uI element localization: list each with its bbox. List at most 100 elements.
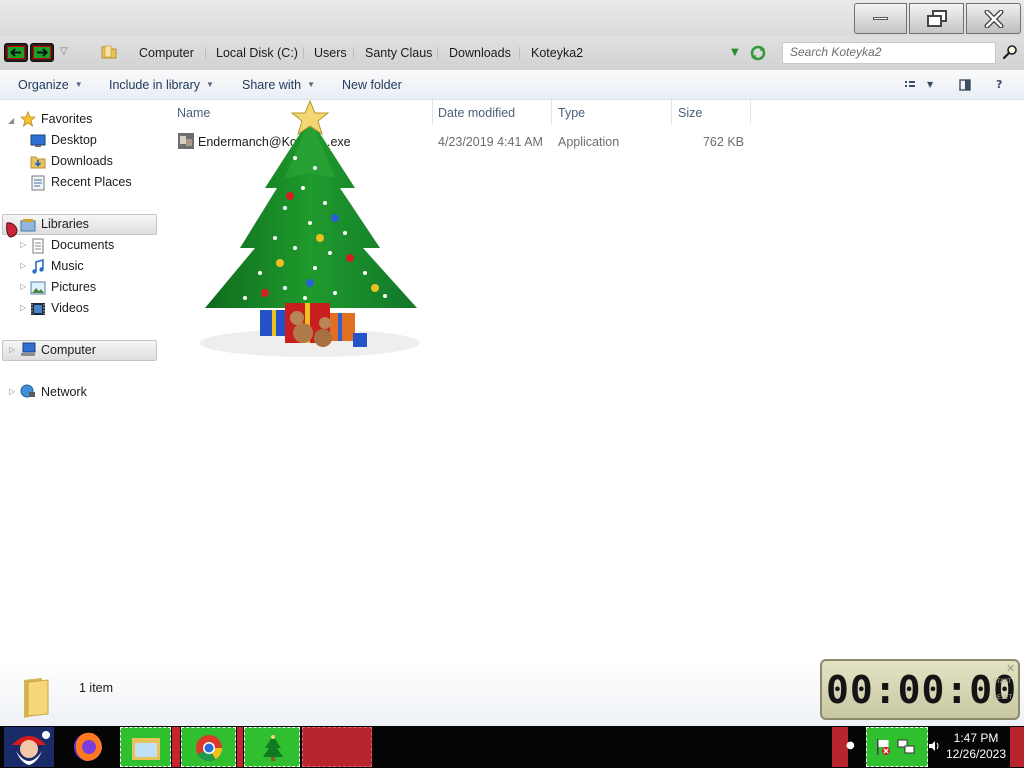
network-status-icon[interactable] bbox=[897, 738, 915, 756]
share-with-menu[interactable]: Share with ▼ bbox=[242, 77, 315, 93]
column-divider[interactable] bbox=[671, 100, 672, 124]
breadcrumb-separator[interactable] bbox=[437, 47, 438, 59]
chevron-down-icon[interactable]: ▼ bbox=[927, 80, 933, 94]
breadcrumb-separator[interactable] bbox=[519, 47, 520, 59]
nav-videos[interactable]: Videos bbox=[51, 298, 89, 318]
breadcrumb-computer[interactable]: Computer bbox=[139, 45, 194, 61]
stopwatch-close-button[interactable]: ✕ bbox=[1006, 662, 1015, 675]
file-date-modified: 4/23/2019 4:41 AM bbox=[438, 135, 543, 149]
chevron-down-icon: ▼ bbox=[307, 80, 315, 89]
preview-pane-icon[interactable] bbox=[959, 78, 971, 92]
expand-arrow-icon[interactable]: ▷ bbox=[20, 240, 26, 249]
nav-computer[interactable]: Computer bbox=[41, 340, 96, 360]
stopwatch-reset-button[interactable]: RESET bbox=[993, 694, 1012, 701]
tray-dot-icon[interactable]: ● bbox=[846, 740, 855, 751]
taskbar-button[interactable] bbox=[302, 727, 372, 767]
chevron-down-icon: ▼ bbox=[206, 80, 214, 89]
share-with-label: Share with bbox=[242, 78, 302, 92]
show-desktop-button[interactable] bbox=[1010, 727, 1024, 767]
new-folder-button[interactable]: New folder bbox=[342, 77, 402, 93]
file-size: 762 KB bbox=[702, 135, 744, 149]
start-button-santa-icon[interactable] bbox=[2, 727, 56, 767]
documents-icon bbox=[32, 238, 44, 254]
back-button[interactable] bbox=[4, 43, 28, 62]
column-header-date-modified[interactable]: Date modified bbox=[438, 105, 515, 121]
stopwatch-digits: 00:00:00 bbox=[826, 668, 1018, 712]
refresh-icon[interactable] bbox=[749, 44, 767, 62]
music-note-icon bbox=[32, 259, 44, 274]
help-button[interactable]: ? bbox=[996, 78, 1002, 92]
recent-pages-dropdown[interactable]: ▽ bbox=[60, 46, 72, 60]
breadcrumb-separator[interactable] bbox=[303, 47, 304, 59]
tray-clock-date[interactable]: 12/26/2023 bbox=[940, 747, 1012, 761]
nav-pictures[interactable]: Pictures bbox=[51, 277, 96, 297]
column-header-size[interactable]: Size bbox=[678, 105, 702, 121]
tray-clock-time[interactable]: 1:47 PM bbox=[946, 731, 1006, 745]
breadcrumb-users[interactable]: Users bbox=[314, 45, 347, 61]
organize-menu[interactable]: Organize ▼ bbox=[18, 77, 83, 93]
volume-icon[interactable] bbox=[928, 740, 940, 752]
breadcrumb-santy-claus[interactable]: Santy Claus bbox=[365, 45, 432, 61]
computer-icon bbox=[21, 342, 36, 356]
videos-icon bbox=[31, 303, 45, 315]
downloads-folder-icon bbox=[30, 156, 46, 169]
breadcrumb-downloads[interactable]: Downloads bbox=[449, 45, 511, 61]
restore-button[interactable] bbox=[909, 3, 964, 34]
nav-downloads[interactable]: Downloads bbox=[51, 151, 113, 171]
star-icon bbox=[20, 111, 36, 127]
folder-icon bbox=[101, 45, 117, 59]
forward-arrow-icon bbox=[37, 48, 48, 57]
explorer-folder-icon bbox=[132, 738, 160, 760]
address-history-dropdown[interactable]: ▼ bbox=[731, 47, 739, 58]
column-divider[interactable] bbox=[750, 100, 751, 124]
nav-libraries[interactable]: Libraries bbox=[41, 214, 89, 234]
nav-documents[interactable]: Documents bbox=[51, 235, 114, 255]
pictures-icon bbox=[30, 281, 46, 295]
nav-music[interactable]: Music bbox=[51, 256, 84, 276]
close-button[interactable] bbox=[966, 3, 1021, 34]
include-in-library-label: Include in library bbox=[109, 78, 201, 92]
forward-button[interactable] bbox=[30, 43, 54, 62]
breadcrumb-local-disk[interactable]: Local Disk (C:) bbox=[216, 45, 298, 61]
search-icon[interactable] bbox=[1002, 44, 1018, 60]
expand-arrow-icon[interactable]: ▷ bbox=[20, 282, 26, 291]
taskbar-separator bbox=[237, 727, 243, 767]
restore-icon bbox=[926, 9, 947, 27]
chevron-down-icon: ▼ bbox=[74, 80, 83, 89]
libraries-icon bbox=[20, 219, 36, 232]
folder-icon bbox=[24, 678, 49, 718]
view-options-icon[interactable] bbox=[904, 78, 916, 92]
expand-arrow-icon[interactable]: ▷ bbox=[9, 345, 15, 354]
expand-arrow-icon[interactable]: ▷ bbox=[20, 261, 26, 270]
organize-label: Organize bbox=[18, 78, 69, 92]
minimize-button[interactable] bbox=[854, 3, 907, 34]
item-count-label: 1 item bbox=[79, 681, 114, 695]
collapse-arrow-icon[interactable]: ◢ bbox=[8, 116, 14, 125]
minimize-icon bbox=[873, 17, 888, 20]
firefox-icon[interactable] bbox=[68, 727, 108, 767]
nav-desktop[interactable]: Desktop bbox=[51, 130, 97, 150]
include-in-library-menu[interactable]: Include in library ▼ bbox=[109, 77, 214, 93]
back-arrow-icon bbox=[10, 48, 21, 57]
breadcrumb-koteyka2[interactable]: Koteyka2 bbox=[531, 45, 583, 61]
nav-recent-places[interactable]: Recent Places bbox=[51, 172, 132, 192]
column-divider[interactable] bbox=[432, 100, 433, 124]
breadcrumb-separator[interactable] bbox=[205, 47, 206, 59]
search-input[interactable]: Search Koteyka2 bbox=[790, 45, 881, 59]
taskbar-chrome-button[interactable] bbox=[181, 727, 236, 767]
nav-network[interactable]: Network bbox=[41, 382, 87, 402]
taskbar-christmas-tree-button[interactable] bbox=[244, 727, 300, 767]
taskbar-explorer-button[interactable] bbox=[120, 727, 171, 767]
column-divider[interactable] bbox=[551, 100, 552, 124]
recent-places-icon bbox=[31, 175, 45, 191]
stopwatch-start-button[interactable]: START bbox=[993, 678, 1012, 685]
network-icon bbox=[20, 384, 35, 398]
expand-arrow-icon[interactable]: ▷ bbox=[20, 303, 26, 312]
column-header-type[interactable]: Type bbox=[558, 105, 585, 121]
christmas-tree-image bbox=[200, 99, 420, 357]
expand-arrow-icon[interactable]: ▷ bbox=[9, 387, 15, 396]
nav-favorites[interactable]: Favorites bbox=[41, 109, 92, 129]
flag-alert-icon[interactable] bbox=[875, 738, 891, 756]
close-icon bbox=[984, 9, 1003, 28]
breadcrumb-separator[interactable] bbox=[353, 47, 354, 59]
